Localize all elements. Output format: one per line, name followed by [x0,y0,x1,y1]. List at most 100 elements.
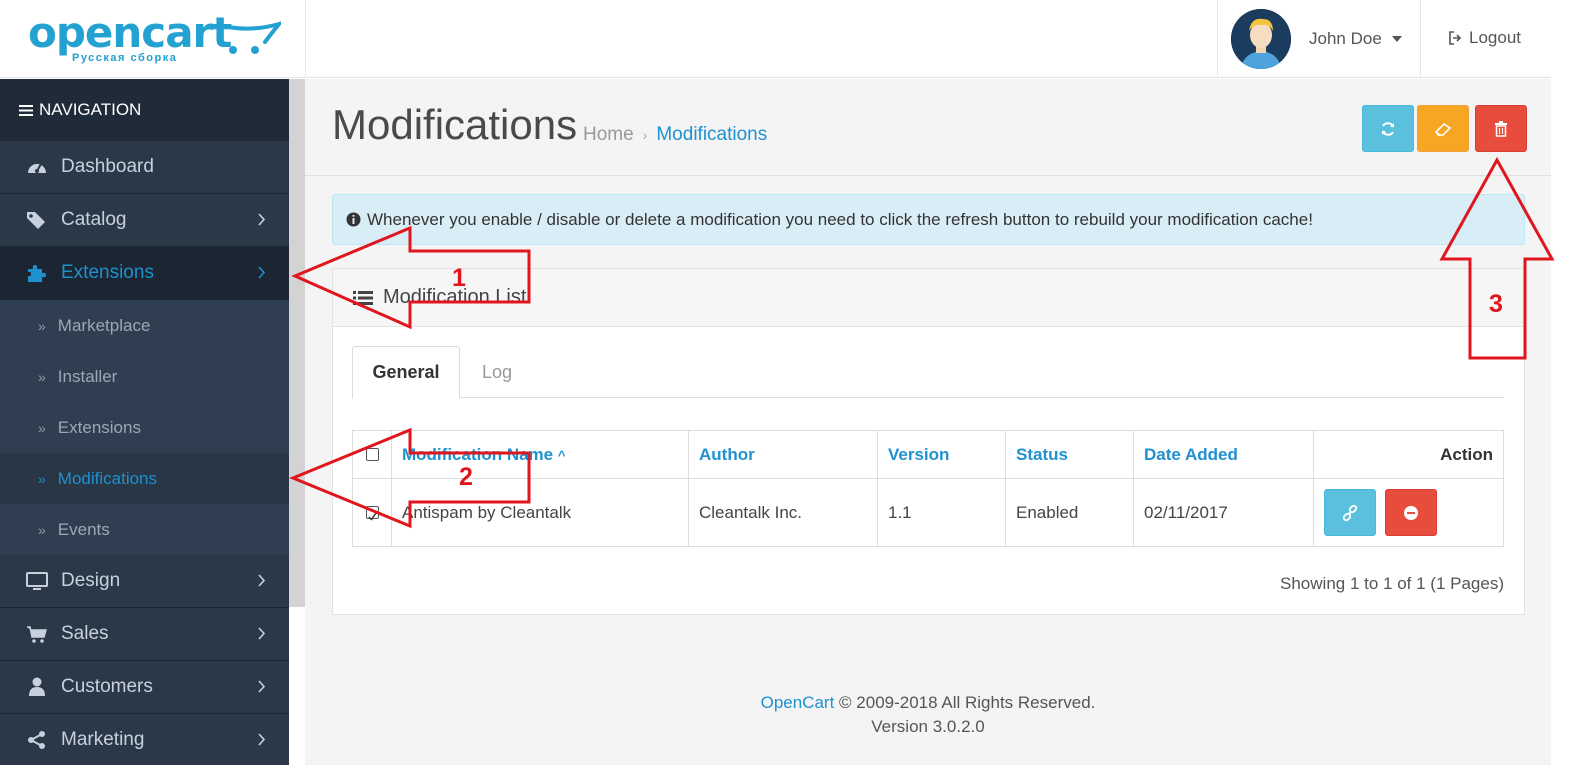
sort-asc-icon: ^ [557,447,566,463]
logout-label: Logout [1469,28,1521,47]
annotation-label-3: 3 [1489,290,1503,318]
column-header-date-added[interactable]: Date Added [1133,430,1314,479]
select-all-cell [352,430,392,479]
sidebar-subitem-installer[interactable]: » Installer [0,351,289,402]
avatar [1231,9,1291,69]
tab-bar: General Log [352,346,1504,399]
column-header-version[interactable]: Version [877,430,1006,479]
footer-copyright-line: OpenCart © 2009-2018 All Rights Reserved… [305,691,1551,715]
sidebar-item-customers[interactable]: Customers [0,661,289,714]
column-header-label: Modification Name [402,444,554,464]
sidebar-item-catalog[interactable]: Catalog [0,194,289,247]
eraser-icon [1434,122,1452,136]
panel-heading: Modification List [333,269,1524,327]
footer-copyright: © 2009-2018 All Rights Reserved. [839,693,1096,712]
user-menu[interactable]: John Doe [1217,0,1421,78]
monitor-icon [25,570,49,592]
navigation-title: NAVIGATION [39,100,142,119]
dashboard-icon [25,156,49,178]
select-all-checkbox[interactable] [366,448,379,461]
double-chevron-icon: » [38,521,46,538]
sidebar-item-sales[interactable]: Sales [0,608,289,661]
main-content: Modifications Home › Modifications Whene… [305,79,1551,765]
column-header-status[interactable]: Status [1005,430,1134,479]
sidebar-subitem-label: Extensions [57,417,141,437]
list-icon [353,290,373,305]
modification-list-panel: Modification List General Log Modificati… [332,268,1525,615]
link-button[interactable] [1324,489,1376,536]
navigation-header[interactable]: NAVIGATION [0,79,289,141]
extensions-submenu: » Marketplace » Installer » Extensions »… [0,300,289,555]
check-icon [368,512,377,521]
top-header: opencart Русская сборка John Doe Logout [0,0,1573,78]
logo-text: opencart [28,8,232,57]
sidebar-subitem-label: Installer [57,366,118,386]
tab-log[interactable]: Log [482,346,512,398]
opencart-link[interactable]: OpenCart [761,693,835,712]
column-header-name[interactable]: Modification Name ^ [391,430,689,479]
annotation-label-2: 2 [459,463,473,491]
breadcrumb-home[interactable]: Home [583,124,634,146]
sidebar-subitem-extensions[interactable]: » Extensions [0,402,289,453]
sidebar-item-label: Marketing [61,729,145,750]
annotation-label-1: 1 [452,264,466,292]
table-row: Antispam by Cleantalk Cleantalk Inc. 1.1… [352,478,1504,547]
cart-logo-icon [221,21,281,54]
column-header-author[interactable]: Author [688,430,878,479]
cell-status: Enabled [1005,478,1134,547]
cell-author: Cleantalk Inc. [688,478,878,547]
cell-date-added: 02/11/2017 [1133,478,1314,547]
sidebar-subitem-label: Events [57,519,110,539]
cell-version: 1.1 [877,478,1006,547]
chevron-right-icon [258,680,266,693]
double-chevron-icon: » [38,317,46,334]
caret-down-icon [1391,36,1402,42]
breadcrumb: Home › Modifications [583,124,767,146]
footer: OpenCart © 2009-2018 All Rights Reserved… [305,691,1551,739]
chevron-right-icon [258,266,266,279]
share-icon [25,729,49,751]
cell-name: Antispam by Cleantalk [391,478,689,547]
sidebar-item-marketing[interactable]: Marketing [0,714,289,765]
sidebar-item-design[interactable]: Design [0,555,289,608]
disable-button[interactable] [1384,489,1437,536]
opencart-logo[interactable]: opencart Русская сборка [28,8,281,68]
tags-icon [25,209,49,231]
footer-version: Version 3.0.2.0 [871,717,985,736]
page-title: Modifications [332,101,578,148]
delete-button[interactable] [1475,105,1527,152]
row-checkbox[interactable] [366,506,379,521]
cell-action [1313,478,1504,547]
sidebar-item-extensions[interactable]: Extensions [0,247,289,300]
logo-subtitle: Русская сборка [72,52,178,64]
double-chevron-icon: » [38,419,46,436]
header-divider [305,0,306,78]
sidebar-subitem-label: Marketplace [57,315,151,335]
menu-icon [19,104,33,116]
sidebar-subitem-label: Modifications [57,468,158,488]
sidebar-subitem-marketplace[interactable]: » Marketplace [0,300,289,351]
cart-icon [25,623,49,645]
alert-text: Whenever you enable / disable or delete … [367,209,1313,229]
sidebar-item-label: Extensions [61,262,154,283]
chevron-right-icon [258,733,266,746]
sidebar-item-label: Customers [61,676,153,697]
chevron-right-icon [258,574,266,587]
sidebar-item-label: Sales [61,623,109,644]
sidebar-subitem-modifications[interactable]: » Modifications [0,453,289,504]
sidebar-scrollbar[interactable] [289,79,305,607]
modifications-table: Modification Name ^ Author Version Statu… [352,430,1504,547]
sidebar-subitem-events[interactable]: » Events [0,504,289,555]
page-scrollbar[interactable] [1551,0,1573,765]
sidebar-item-dashboard[interactable]: Dashboard [0,141,289,194]
pagination-text: Showing 1 to 1 of 1 (1 Pages) [1280,574,1504,593]
info-alert: Whenever you enable / disable or delete … [332,194,1525,245]
tab-general[interactable]: General [352,346,460,399]
chevron-right-icon [258,213,266,226]
breadcrumb-current[interactable]: Modifications [656,124,767,146]
clear-button[interactable] [1417,105,1469,152]
logout-link[interactable]: Logout [1448,28,1521,48]
minus-circle-icon [1403,505,1418,520]
refresh-button[interactable] [1362,105,1414,152]
chevron-right-icon [258,627,266,640]
